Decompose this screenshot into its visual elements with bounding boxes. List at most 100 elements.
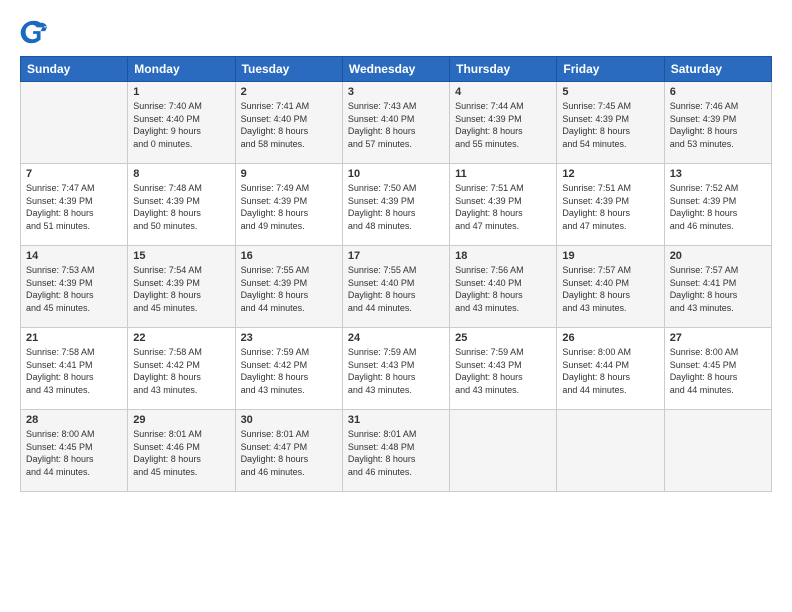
- calendar-cell: 30 Sunrise: 8:01 AM Sunset: 4:47 PM Dayli…: [235, 410, 342, 492]
- day-info: Sunrise: 8:00 AM Sunset: 4:45 PM Dayligh…: [670, 346, 766, 396]
- day-info: Sunrise: 8:01 AM Sunset: 4:46 PM Dayligh…: [133, 428, 229, 478]
- day-info: Sunrise: 7:55 AM Sunset: 4:39 PM Dayligh…: [241, 264, 337, 314]
- day-number: 15: [133, 250, 229, 262]
- calendar-cell: 15Sunrise: 7:54 AM Sunset: 4:39 PM Dayli…: [128, 246, 235, 328]
- calendar-cell: [557, 410, 664, 492]
- day-number: 28: [26, 414, 122, 426]
- day-info: Sunrise: 7:58 AM Sunset: 4:42 PM Dayligh…: [133, 346, 229, 396]
- day-number: 3: [348, 86, 444, 98]
- calendar-cell: 4 Sunrise: 7:44 AM Sunset: 4:39 PM Daylig…: [450, 82, 557, 164]
- day-info: Sunrise: 7:58 AM Sunset: 4:41 PM Dayligh…: [26, 346, 122, 396]
- calendar-cell: 11 Sunrise: 7:51 AM Sunset: 4:39 PM Dayli…: [450, 164, 557, 246]
- day-info: Sunrise: 7:51 AM Sunset: 4:39 PM Dayligh…: [455, 182, 551, 232]
- calendar-cell: 13 Sunrise: 7:52 AM Sunset: 4:39 PM Dayli…: [664, 164, 771, 246]
- calendar-cell: 9Sunrise: 7:49 AM Sunset: 4:39 PM Daylig…: [235, 164, 342, 246]
- day-number: 18: [455, 250, 551, 262]
- day-number: 19: [562, 250, 658, 262]
- day-number: 14: [26, 250, 122, 262]
- day-info: Sunrise: 7:43 AM Sunset: 4:40 PM Dayligh…: [348, 100, 444, 150]
- calendar-week-2: 7Sunrise: 7:47 AM Sunset: 4:39 PM Daylig…: [21, 164, 772, 246]
- calendar-cell: 7Sunrise: 7:47 AM Sunset: 4:39 PM Daylig…: [21, 164, 128, 246]
- logo-icon: [20, 18, 48, 46]
- day-number: 4: [455, 86, 551, 98]
- day-number: 13: [670, 168, 766, 180]
- calendar-week-1: 1 Sunrise: 7:40 AM Sunset: 4:40 PM Daylig…: [21, 82, 772, 164]
- calendar-header-wednesday: Wednesday: [342, 57, 449, 82]
- day-number: 23: [241, 332, 337, 344]
- day-number: 17: [348, 250, 444, 262]
- calendar-header-monday: Monday: [128, 57, 235, 82]
- day-info: Sunrise: 7:41 AM Sunset: 4:40 PM Dayligh…: [241, 100, 337, 150]
- calendar-cell: 26Sunrise: 8:00 AM Sunset: 4:44 PM Dayli…: [557, 328, 664, 410]
- calendar-cell: [664, 410, 771, 492]
- day-info: Sunrise: 7:48 AM Sunset: 4:39 PM Dayligh…: [133, 182, 229, 232]
- calendar-cell: 5 Sunrise: 7:45 AM Sunset: 4:39 PM Daylig…: [557, 82, 664, 164]
- day-number: 12: [562, 168, 658, 180]
- calendar-cell: 28 Sunrise: 8:00 AM Sunset: 4:45 PM Dayli…: [21, 410, 128, 492]
- day-info: Sunrise: 7:57 AM Sunset: 4:40 PM Dayligh…: [562, 264, 658, 314]
- calendar-header-friday: Friday: [557, 57, 664, 82]
- day-number: 27: [670, 332, 766, 344]
- calendar-cell: [21, 82, 128, 164]
- day-info: Sunrise: 8:00 AM Sunset: 4:44 PM Dayligh…: [562, 346, 658, 396]
- calendar-cell: 3 Sunrise: 7:43 AM Sunset: 4:40 PM Daylig…: [342, 82, 449, 164]
- day-info: Sunrise: 7:59 AM Sunset: 4:43 PM Dayligh…: [455, 346, 551, 396]
- calendar: SundayMondayTuesdayWednesdayThursdayFrid…: [20, 56, 772, 492]
- day-number: 11: [455, 168, 551, 180]
- calendar-cell: 27 Sunrise: 8:00 AM Sunset: 4:45 PM Dayli…: [664, 328, 771, 410]
- calendar-cell: 16 Sunrise: 7:55 AM Sunset: 4:39 PM Dayli…: [235, 246, 342, 328]
- calendar-header-row: SundayMondayTuesdayWednesdayThursdayFrid…: [21, 57, 772, 82]
- calendar-week-3: 14 Sunrise: 7:53 AM Sunset: 4:39 PM Dayli…: [21, 246, 772, 328]
- day-number: 5: [562, 86, 658, 98]
- day-number: 8: [133, 168, 229, 180]
- calendar-cell: 20 Sunrise: 7:57 AM Sunset: 4:41 PM Dayli…: [664, 246, 771, 328]
- calendar-cell: 21 Sunrise: 7:58 AM Sunset: 4:41 PM Dayli…: [21, 328, 128, 410]
- calendar-cell: [450, 410, 557, 492]
- day-info: Sunrise: 7:45 AM Sunset: 4:39 PM Dayligh…: [562, 100, 658, 150]
- calendar-cell: 2 Sunrise: 7:41 AM Sunset: 4:40 PM Daylig…: [235, 82, 342, 164]
- day-number: 2: [241, 86, 337, 98]
- calendar-cell: 23 Sunrise: 7:59 AM Sunset: 4:42 PM Dayli…: [235, 328, 342, 410]
- calendar-cell: 14 Sunrise: 7:53 AM Sunset: 4:39 PM Dayli…: [21, 246, 128, 328]
- calendar-header-sunday: Sunday: [21, 57, 128, 82]
- day-info: Sunrise: 7:57 AM Sunset: 4:41 PM Dayligh…: [670, 264, 766, 314]
- calendar-cell: 10 Sunrise: 7:50 AM Sunset: 4:39 PM Dayli…: [342, 164, 449, 246]
- day-number: 1: [133, 86, 229, 98]
- calendar-header-tuesday: Tuesday: [235, 57, 342, 82]
- day-number: 22: [133, 332, 229, 344]
- header: [20, 18, 772, 46]
- calendar-cell: 29 Sunrise: 8:01 AM Sunset: 4:46 PM Dayli…: [128, 410, 235, 492]
- calendar-cell: 22 Sunrise: 7:58 AM Sunset: 4:42 PM Dayli…: [128, 328, 235, 410]
- day-number: 29: [133, 414, 229, 426]
- day-info: Sunrise: 8:01 AM Sunset: 4:47 PM Dayligh…: [241, 428, 337, 478]
- calendar-cell: 31Sunrise: 8:01 AM Sunset: 4:48 PM Dayli…: [342, 410, 449, 492]
- day-info: Sunrise: 7:44 AM Sunset: 4:39 PM Dayligh…: [455, 100, 551, 150]
- calendar-cell: 24 Sunrise: 7:59 AM Sunset: 4:43 PM Dayli…: [342, 328, 449, 410]
- day-number: 10: [348, 168, 444, 180]
- day-info: Sunrise: 7:52 AM Sunset: 4:39 PM Dayligh…: [670, 182, 766, 232]
- calendar-cell: 1 Sunrise: 7:40 AM Sunset: 4:40 PM Daylig…: [128, 82, 235, 164]
- day-info: Sunrise: 7:55 AM Sunset: 4:40 PM Dayligh…: [348, 264, 444, 314]
- day-number: 6: [670, 86, 766, 98]
- day-number: 21: [26, 332, 122, 344]
- calendar-week-4: 21 Sunrise: 7:58 AM Sunset: 4:41 PM Dayli…: [21, 328, 772, 410]
- day-info: Sunrise: 7:40 AM Sunset: 4:40 PM Dayligh…: [133, 100, 229, 150]
- day-info: Sunrise: 7:59 AM Sunset: 4:43 PM Dayligh…: [348, 346, 444, 396]
- calendar-cell: 25 Sunrise: 7:59 AM Sunset: 4:43 PM Dayli…: [450, 328, 557, 410]
- day-number: 25: [455, 332, 551, 344]
- calendar-cell: 12Sunrise: 7:51 AM Sunset: 4:39 PM Dayli…: [557, 164, 664, 246]
- day-info: Sunrise: 7:59 AM Sunset: 4:42 PM Dayligh…: [241, 346, 337, 396]
- calendar-cell: 19 Sunrise: 7:57 AM Sunset: 4:40 PM Dayli…: [557, 246, 664, 328]
- day-info: Sunrise: 8:00 AM Sunset: 4:45 PM Dayligh…: [26, 428, 122, 478]
- day-info: Sunrise: 7:53 AM Sunset: 4:39 PM Dayligh…: [26, 264, 122, 314]
- calendar-cell: 17 Sunrise: 7:55 AM Sunset: 4:40 PM Dayli…: [342, 246, 449, 328]
- day-info: Sunrise: 8:01 AM Sunset: 4:48 PM Dayligh…: [348, 428, 444, 478]
- calendar-week-5: 28 Sunrise: 8:00 AM Sunset: 4:45 PM Dayli…: [21, 410, 772, 492]
- day-number: 20: [670, 250, 766, 262]
- day-number: 24: [348, 332, 444, 344]
- day-number: 30: [241, 414, 337, 426]
- calendar-header-thursday: Thursday: [450, 57, 557, 82]
- day-number: 16: [241, 250, 337, 262]
- day-info: Sunrise: 7:50 AM Sunset: 4:39 PM Dayligh…: [348, 182, 444, 232]
- day-number: 7: [26, 168, 122, 180]
